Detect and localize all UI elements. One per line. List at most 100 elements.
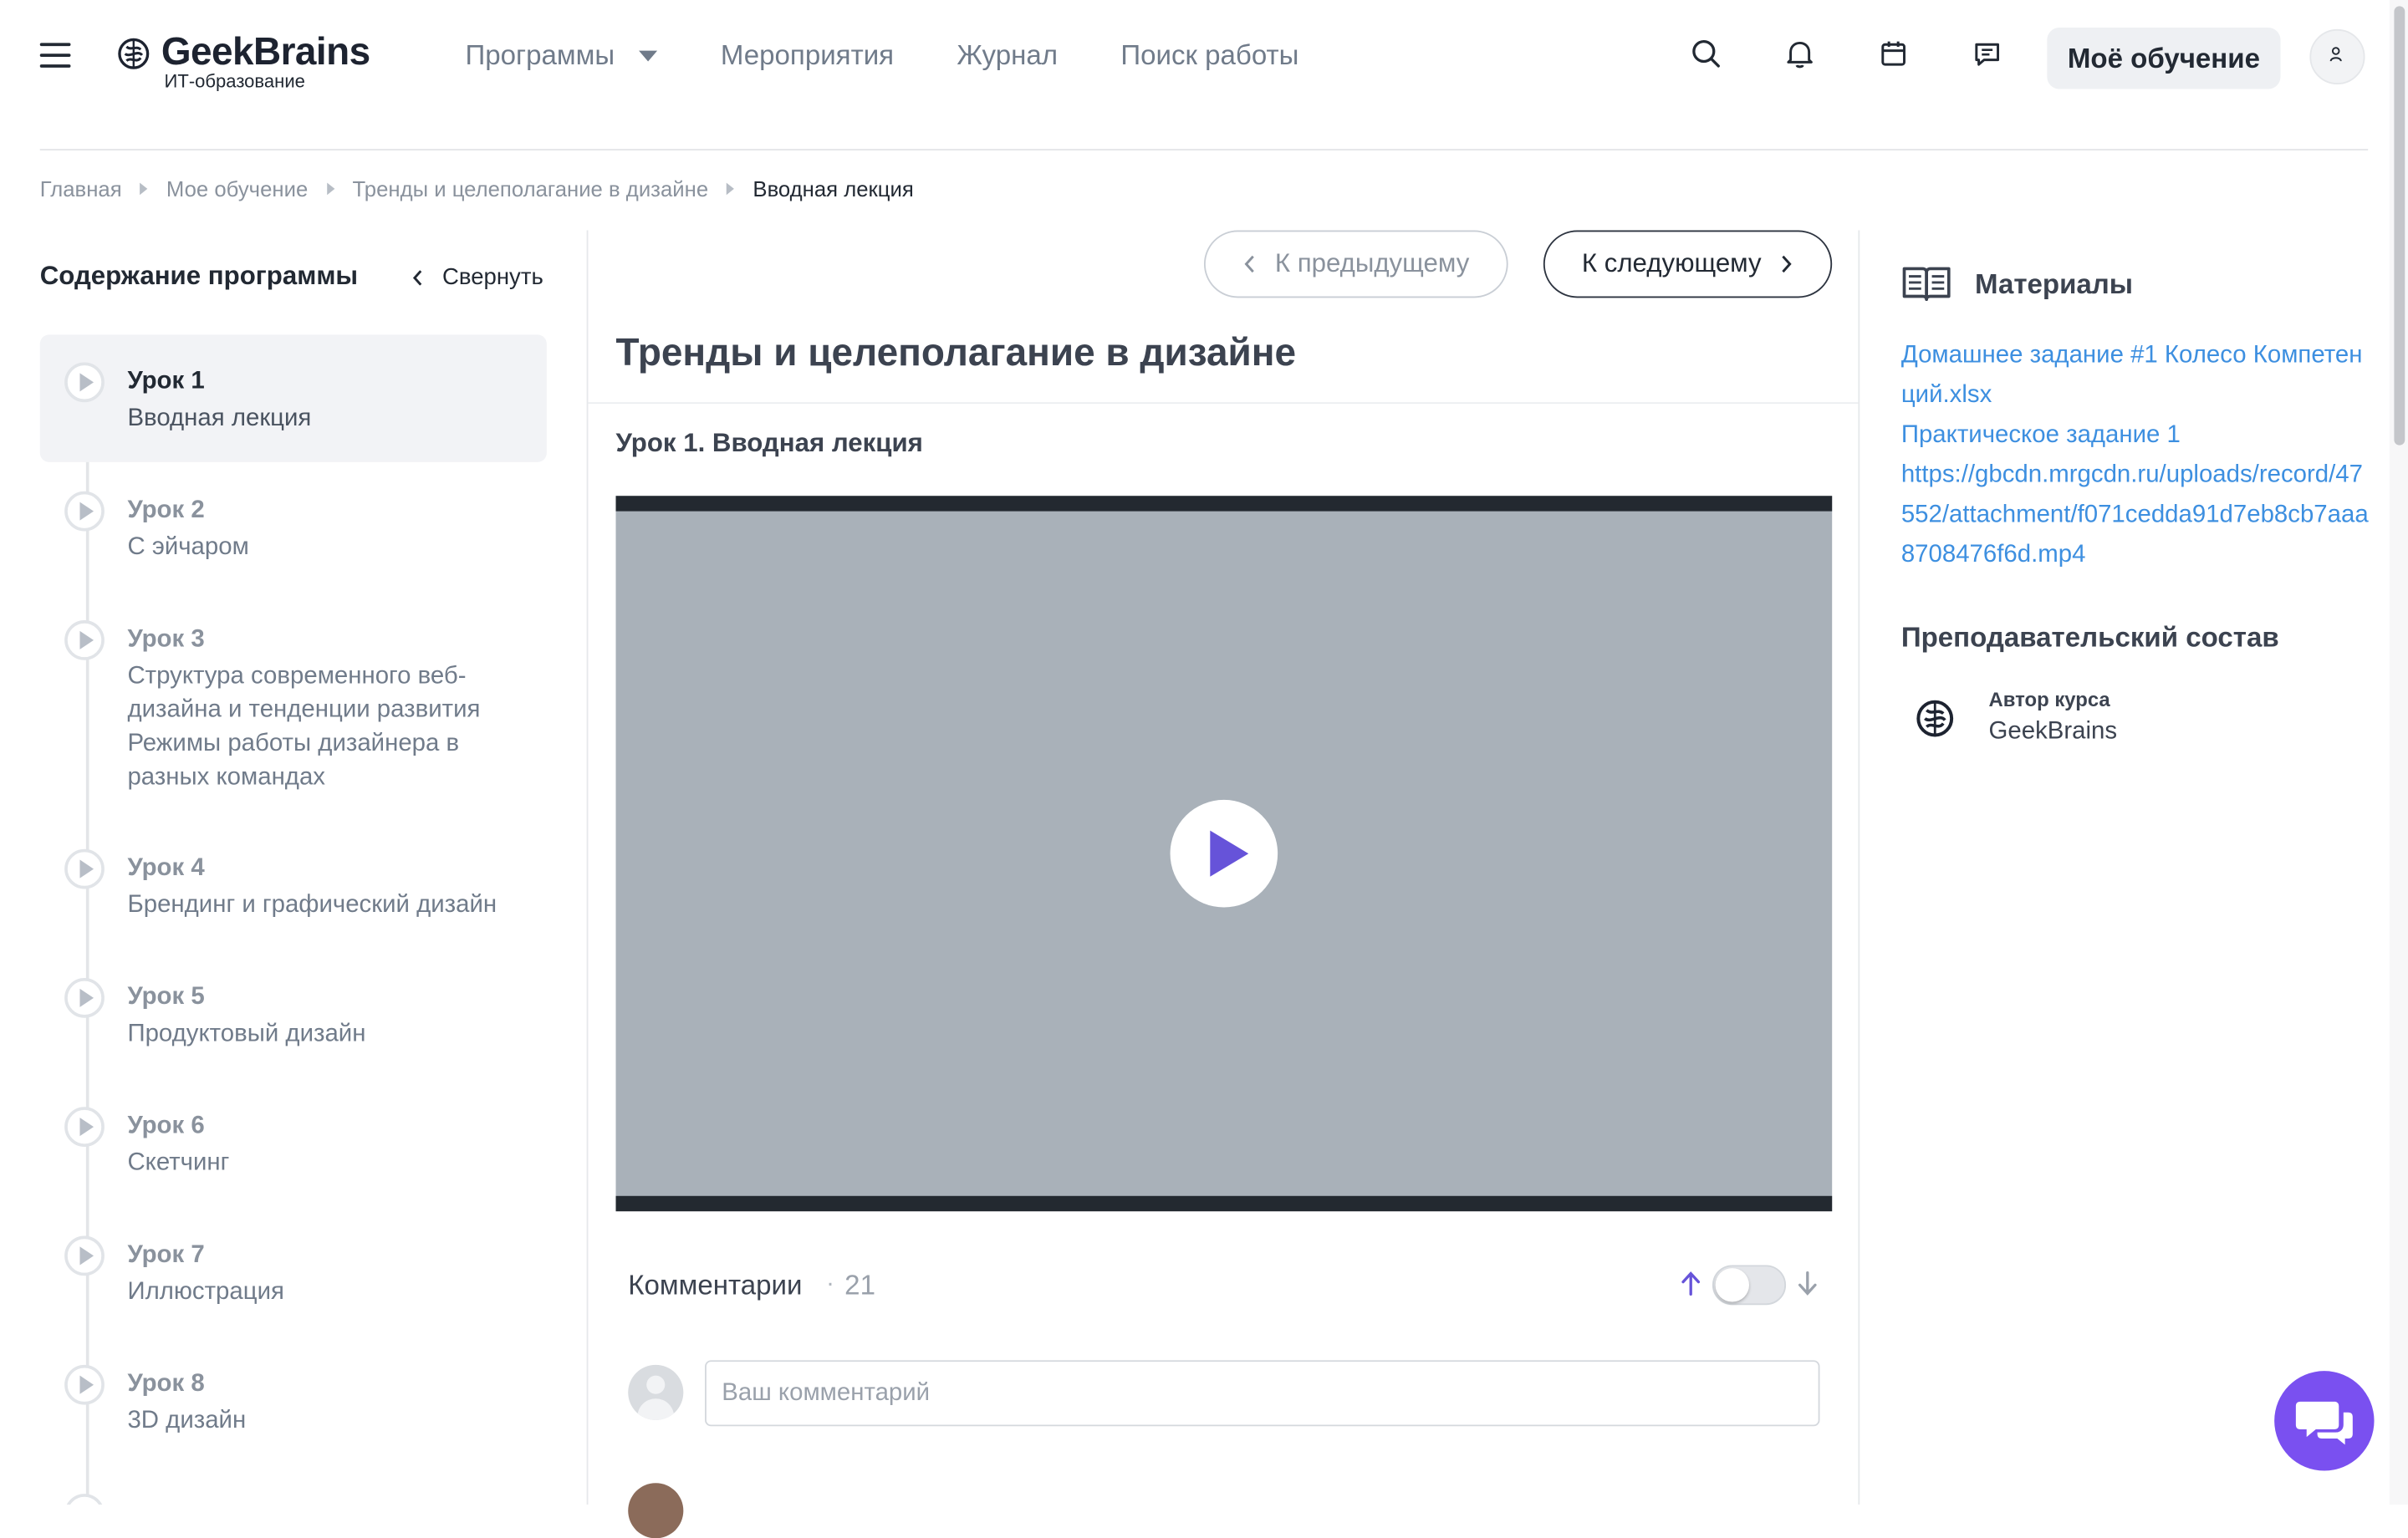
author-name[interactable]: GeekBrains [1989,719,2118,746]
header-divider [39,149,2369,150]
materials-title: Материалы [1974,268,2134,300]
bell-icon[interactable] [1783,37,1816,70]
user-avatar[interactable] [2309,28,2365,85]
lesson-item[interactable]: Урок 8 3D дизайн [40,1337,547,1460]
previous-lesson-label: К предыдущему [1274,248,1470,278]
play-icon [64,1107,105,1148]
author-role: Автор курса [1988,687,2110,711]
arrow-down-icon[interactable] [1795,1270,1819,1297]
lesson-title: Урок 1. Вводная лекция [615,428,923,458]
top-header: GeekBrains ИТ-образование Программы Меро… [0,0,2408,150]
lesson-item[interactable]: Урок 2 С эйчаром [40,464,547,587]
play-icon [64,491,105,532]
lesson-name: С эйчаром [127,534,249,561]
breadcrumb: Главная Мое обучение Тренды и целеполага… [40,176,914,201]
chevron-left-icon [412,269,422,285]
author-logo-icon [1916,700,1954,737]
lesson-number: Урок 2 [127,497,205,524]
lesson-item[interactable]: Урок 5 Продуктовый дизайн [40,950,547,1073]
comment-author-avatar [628,1483,684,1538]
play-button-icon[interactable] [1170,799,1278,908]
lesson-name: Скетчинг [127,1149,230,1176]
play-icon [64,977,105,1018]
nav-events[interactable]: Мероприятия [721,37,894,74]
nav-programs-label: Программы [465,38,615,70]
lesson-item[interactable]: Урок 4 Брендинг и графический дизайн [40,822,547,945]
play-icon [64,1235,105,1276]
lesson-name: Вводная лекция [127,405,312,432]
lesson-item[interactable]: Урок 1 Вводная лекция [39,334,547,462]
lesson-name: Структура современного веб-дизайна и тен… [127,663,481,791]
support-chat-button[interactable] [2274,1371,2375,1471]
next-lesson-button[interactable]: К следующему [1543,230,1833,298]
arrow-up-icon[interactable] [1679,1270,1703,1297]
logo-subtitle: ИТ-образование [164,70,305,93]
lesson-name: Брендинг и графический дизайн [127,892,497,919]
breadcrumb-home[interactable]: Главная [40,176,122,201]
breadcrumb-course[interactable]: Тренды и целеполагание в дизайне [353,176,709,201]
lesson-number: Урок 4 [127,855,205,882]
lesson-item[interactable]: Урок 3 Структура современного веб-дизайн… [40,593,547,807]
user-icon [2329,47,2342,62]
title-divider [588,402,1859,405]
nav-programs[interactable]: Программы [466,37,658,74]
logo-brain-icon [118,38,150,69]
chevron-left-icon [1244,255,1255,273]
next-lesson-label: К следующему [1581,248,1762,278]
chevron-right-icon [1782,255,1792,273]
nav-job-search[interactable]: Поиск работы [1120,37,1298,74]
breadcrumb-current: Вводная лекция [752,176,914,201]
play-icon [64,1494,105,1505]
chat-bubbles-icon [2295,1401,2353,1445]
lesson-number: Урок 5 [127,984,205,1011]
collapse-button[interactable]: Свернуть [411,264,543,290]
material-link[interactable]: https://gbcdn.mrgcdn.ru/uploads/record/4… [1901,456,2370,575]
play-icon [64,362,105,403]
my-learning-button[interactable]: Моё обучение [2047,28,2281,89]
play-icon [64,848,105,889]
program-contents-title: Содержание программы [39,261,359,291]
collapse-label: Свернуть [441,263,543,291]
video-bottom-bar [615,1195,1833,1212]
column-divider [1858,230,1860,1505]
breadcrumb-my-learning[interactable]: Мое обучение [166,176,308,201]
comments-label: Комментарии [628,1269,803,1301]
breadcrumb-separator-icon [140,182,148,196]
previous-lesson-button[interactable]: К предыдущему [1203,230,1508,298]
lesson-item[interactable]: Урок 7 Иллюстрация [40,1208,547,1331]
teaching-staff-title: Преподавательский состав [1900,621,2279,653]
lesson-number: Урок 7 [127,1241,205,1269]
scrollbar-thumb[interactable] [2394,6,2405,446]
video-top-bar [615,496,1833,512]
course-title: Тренды и целеполагание в дизайне [615,331,1297,375]
sort-toggle[interactable] [1712,1265,1787,1306]
breadcrumb-separator-icon [727,182,735,196]
chevron-down-icon [639,49,658,61]
lesson-number: Урок 3 [127,626,205,653]
comments-separator: · [826,1271,834,1298]
material-link[interactable]: Практическое задание 1 [1901,416,2370,456]
comment-avatar [628,1364,684,1420]
lesson-name: 3D дизайн [127,1408,247,1434]
logo-name: GeekBrains [161,30,370,74]
menu-icon[interactable] [39,43,71,68]
main-nav: Программы Мероприятия Журнал Поиск работ… [466,37,1362,74]
video-player[interactable] [615,496,1833,1212]
lesson-number: Урок 1 [127,368,205,395]
lesson-item[interactable]: Урок 6 Скетчинг [40,1079,547,1202]
lesson-item[interactable] [40,1466,547,1505]
comment-input[interactable] [705,1360,1820,1427]
calendar-icon[interactable] [1876,37,1910,70]
nav-journal[interactable]: Журнал [957,37,1058,74]
chat-icon[interactable] [1970,37,2003,70]
lesson-name: Иллюстрация [127,1278,284,1306]
lesson-name: Продуктовый дизайн [127,1021,366,1047]
play-icon [64,620,105,660]
play-icon [64,1364,105,1405]
breadcrumb-separator-icon [326,182,334,196]
material-link[interactable]: Домашнее задание #1 Колесо Компетенций.x… [1901,336,2370,416]
column-divider [586,230,589,1505]
lesson-number: Урок 8 [127,1371,205,1398]
search-icon[interactable] [1689,37,1722,70]
lesson-number: Урок 6 [127,1113,205,1139]
